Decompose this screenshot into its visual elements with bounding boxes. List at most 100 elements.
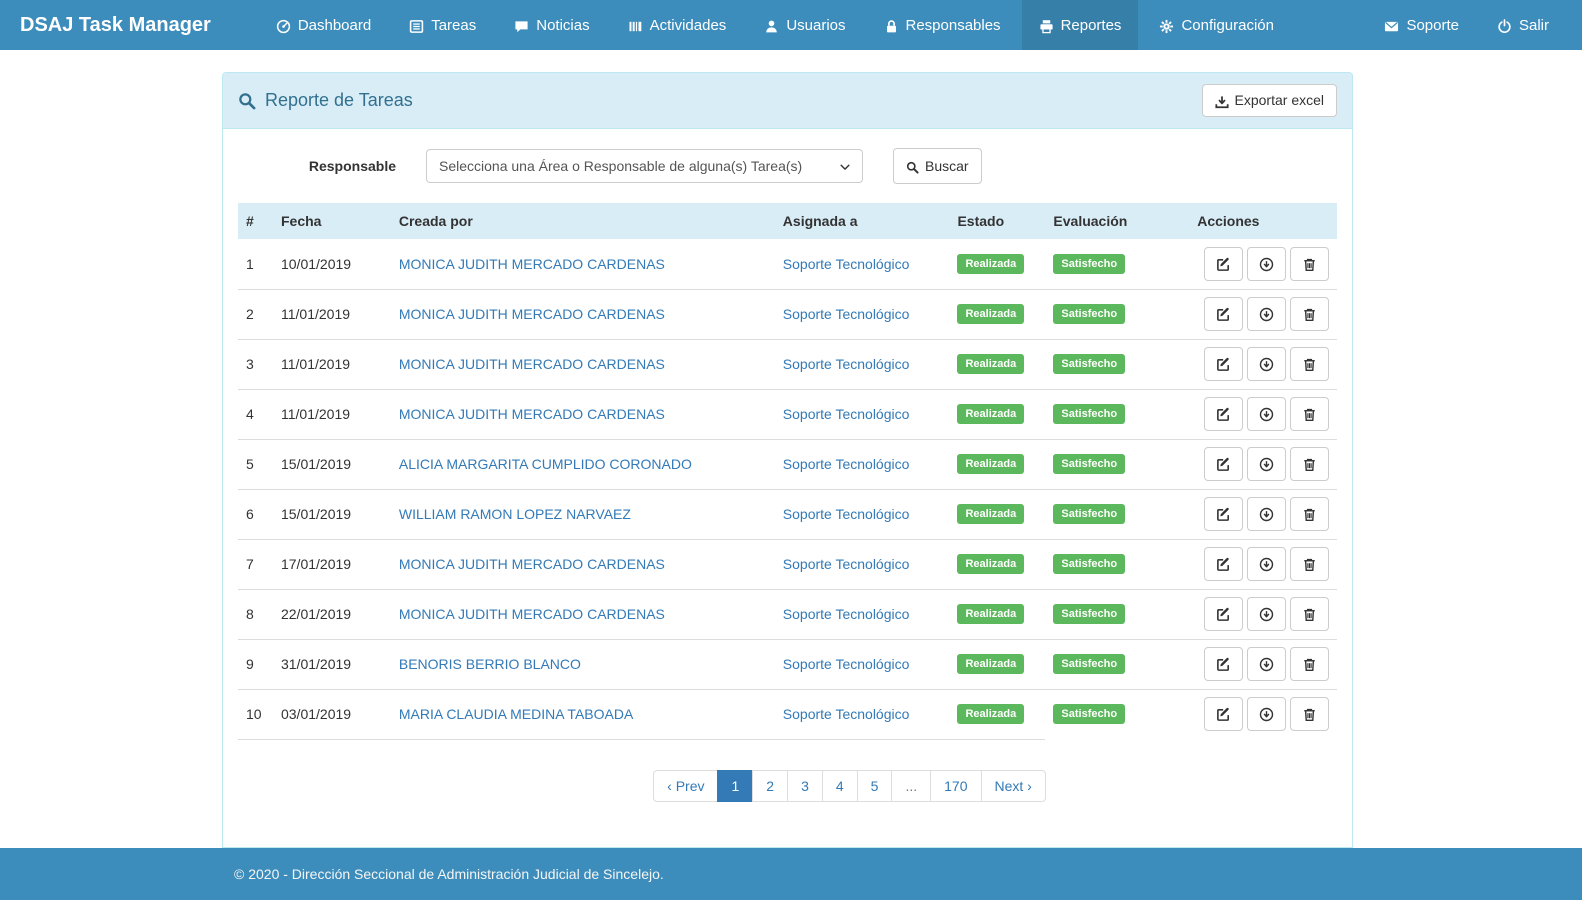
nav-item-soporte[interactable]: Soporte (1367, 0, 1476, 50)
row-number-cell: 1 (238, 239, 273, 289)
delete-button[interactable] (1290, 647, 1329, 681)
download-button[interactable] (1247, 647, 1286, 681)
download-button[interactable] (1247, 697, 1286, 731)
pagination-page-3[interactable]: 3 (787, 770, 823, 802)
creada-por-link[interactable]: MONICA JUDITH MERCADO CARDENAS (399, 356, 665, 372)
creada-por-link[interactable]: MONICA JUDITH MERCADO CARDENAS (399, 606, 665, 622)
nav-item-responsables[interactable]: Responsables (867, 0, 1018, 50)
asignada-a-link[interactable]: Soporte Tecnológico (783, 306, 910, 322)
nav-item-configuracion[interactable]: Configuración (1142, 0, 1291, 50)
download-button[interactable] (1247, 297, 1286, 331)
edit-button[interactable] (1204, 297, 1243, 331)
pagination-page-2[interactable]: 2 (752, 770, 788, 802)
column-header-asignada-a: Asignada a (775, 203, 950, 239)
panel-body: Responsable Selecciona una Área o Respon… (223, 129, 1352, 817)
column-header-acciones: Acciones (1189, 203, 1337, 239)
delete-button[interactable] (1290, 397, 1329, 431)
pagination-page-4[interactable]: 4 (822, 770, 858, 802)
nav-item-label: Dashboard (298, 17, 371, 34)
nav-item-label: Actividades (650, 17, 727, 34)
fecha-cell: 15/01/2019 (273, 489, 391, 539)
asignada-a-link[interactable]: Soporte Tecnológico (783, 606, 910, 622)
pagination-page-170[interactable]: 170 (930, 770, 981, 802)
download-button[interactable] (1247, 597, 1286, 631)
edit-button[interactable] (1204, 347, 1243, 381)
evaluacion-badge: Satisfecho (1053, 654, 1125, 674)
nav-item-label: Noticias (536, 17, 589, 34)
download-button[interactable] (1247, 247, 1286, 281)
dashboard-icon (276, 18, 291, 33)
download-button[interactable] (1247, 497, 1286, 531)
pagination-page-5[interactable]: 5 (857, 770, 893, 802)
trash-icon (1302, 556, 1317, 572)
nav-item-reportes[interactable]: Reportes (1022, 0, 1139, 50)
nav-item-actividades[interactable]: Actividades (611, 0, 744, 50)
edit-icon (1216, 256, 1231, 272)
creada-por-link[interactable]: MONICA JUDITH MERCADO CARDENAS (399, 306, 665, 322)
filter-row: Responsable Selecciona una Área o Respon… (238, 148, 1337, 184)
edit-button[interactable] (1204, 447, 1243, 481)
asignada-a-link[interactable]: Soporte Tecnológico (783, 556, 910, 572)
delete-button[interactable] (1290, 447, 1329, 481)
table-row: 1003/01/2019MARIA CLAUDIA MEDINA TABOADA… (238, 689, 1337, 739)
asignada-a-link[interactable]: Soporte Tecnológico (783, 406, 910, 422)
nav-item-dashboard[interactable]: Dashboard (259, 0, 388, 50)
creada-por-link[interactable]: MONICA JUDITH MERCADO CARDENAS (399, 556, 665, 572)
download-button[interactable] (1247, 547, 1286, 581)
fecha-cell: 11/01/2019 (273, 339, 391, 389)
creada-por-link[interactable]: BENORIS BERRIO BLANCO (399, 656, 581, 672)
export-excel-button[interactable]: Exportar excel (1202, 84, 1337, 116)
pagination-page-1[interactable]: 1 (717, 770, 753, 802)
nav-item-noticias[interactable]: Noticias (497, 0, 606, 50)
delete-button[interactable] (1290, 547, 1329, 581)
fecha-cell: 17/01/2019 (273, 539, 391, 589)
asignada-a-link[interactable]: Soporte Tecnológico (783, 656, 910, 672)
pagination-prev[interactable]: ‹ Prev (653, 770, 718, 802)
edit-icon (1216, 506, 1231, 522)
row-number-cell: 9 (238, 639, 273, 689)
edit-button[interactable] (1204, 697, 1243, 731)
asignada-a-link[interactable]: Soporte Tecnológico (783, 456, 910, 472)
edit-button[interactable] (1204, 547, 1243, 581)
delete-button[interactable] (1290, 697, 1329, 731)
delete-button[interactable] (1290, 597, 1329, 631)
creada-por-link[interactable]: MARIA CLAUDIA MEDINA TABOADA (399, 706, 633, 722)
responsable-label: Responsable (238, 158, 396, 174)
responsable-select[interactable]: Selecciona una Área o Responsable de alg… (426, 149, 863, 183)
delete-button[interactable] (1290, 497, 1329, 531)
creada-por-link[interactable]: WILLIAM RAMON LOPEZ NARVAEZ (399, 506, 631, 522)
app-brand[interactable]: DSAJ Task Manager (0, 0, 231, 50)
buscar-button[interactable]: Buscar (893, 148, 982, 184)
trash-icon (1302, 456, 1317, 472)
delete-button[interactable] (1290, 247, 1329, 281)
edit-button[interactable] (1204, 647, 1243, 681)
trash-icon (1302, 356, 1317, 372)
edit-button[interactable] (1204, 247, 1243, 281)
creada-por-link[interactable]: MONICA JUDITH MERCADO CARDENAS (399, 406, 665, 422)
actions-cell (1189, 639, 1337, 689)
table-row: 411/01/2019MONICA JUDITH MERCADO CARDENA… (238, 389, 1337, 439)
delete-button[interactable] (1290, 347, 1329, 381)
download-circle-icon (1259, 356, 1274, 372)
nav-item-usuarios[interactable]: Usuarios (747, 0, 862, 50)
download-button[interactable] (1247, 347, 1286, 381)
download-button[interactable] (1247, 447, 1286, 481)
creada-por-link[interactable]: ALICIA MARGARITA CUMPLIDO CORONADO (399, 456, 692, 472)
asignada-a-link[interactable]: Soporte Tecnológico (783, 356, 910, 372)
nav-item-salir[interactable]: Salir (1480, 0, 1566, 50)
asignada-a-link[interactable]: Soporte Tecnológico (783, 706, 910, 722)
pagination-next[interactable]: Next › (981, 770, 1046, 802)
edit-button[interactable] (1204, 497, 1243, 531)
creada-por-link[interactable]: MONICA JUDITH MERCADO CARDENAS (399, 256, 665, 272)
delete-button[interactable] (1290, 297, 1329, 331)
edit-button[interactable] (1204, 397, 1243, 431)
asignada-a-link[interactable]: Soporte Tecnológico (783, 506, 910, 522)
download-circle-icon (1259, 406, 1274, 422)
download-button[interactable] (1247, 397, 1286, 431)
edit-button[interactable] (1204, 597, 1243, 631)
nav-item-tareas[interactable]: Tareas (392, 0, 493, 50)
actions-cell (1189, 439, 1337, 489)
top-navbar: DSAJ Task Manager Dashboard Tareas Noticia… (0, 0, 1582, 50)
asignada-a-link[interactable]: Soporte Tecnológico (783, 256, 910, 272)
pagination: ‹ Prev12345...170Next › (653, 770, 1046, 802)
